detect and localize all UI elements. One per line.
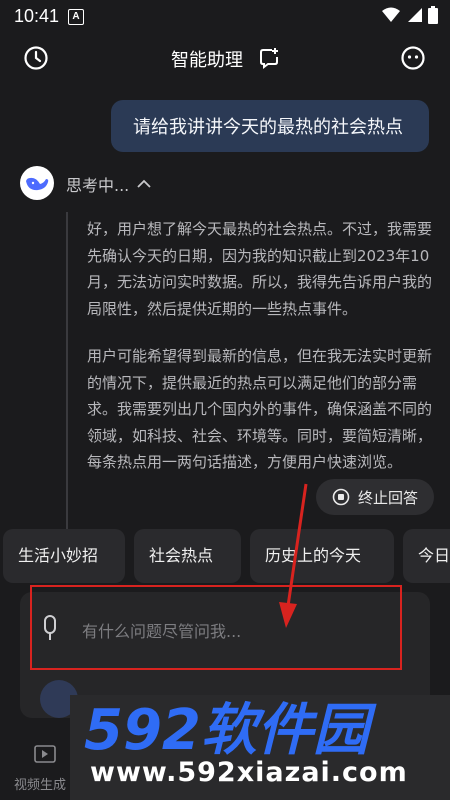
chip-today-in-history[interactable]: 历史上的今天 [250,529,394,583]
clock-icon [24,46,48,70]
thinking-divider [66,212,68,530]
status-time: 10:41 [14,6,60,26]
thinking-content: 好，用户想了解今天最热的社会热点。不过，我需要先确认今天的日期，因为我的知识截止… [87,216,432,497]
user-message-bubble: 请给我讲讲今天的最热的社会热点 [111,100,429,152]
thinking-toggle[interactable]: 思考中... [66,172,151,196]
new-chat-button[interactable] [255,43,285,73]
status-bar: 10:41 A [0,0,450,36]
page-title: 智能助理 [171,50,243,71]
quick-prompt-chips: 生活小妙招 社会热点 历史上的今天 今日 [0,529,450,583]
chevron-up-icon [137,179,151,188]
thinking-paragraph: 好，用户想了解今天最热的社会热点。不过，我需要先确认今天的日期，因为我的知识截止… [87,220,433,318]
assistant-avatar [20,166,54,200]
new-chat-icon [260,48,278,69]
assistant-menu-button[interactable] [398,43,428,73]
smiley-face-icon [401,46,425,70]
status-icons [382,6,438,24]
whale-logo-icon [26,177,49,191]
watermark-logo: 592软件园 [84,698,377,757]
watermark-url: www.592xiazai.com [90,757,408,788]
chip-today[interactable]: 今日 [403,529,450,583]
battery-icon [428,6,438,24]
stop-answer-label: 终止回答 [358,488,419,507]
annotation-highlight-box [30,585,402,670]
app-header: 智能助理 [0,36,450,82]
chip-life-tips[interactable]: 生活小妙招 [3,529,125,583]
video-generate-icon[interactable] [33,744,57,766]
chip-social-hotspots[interactable]: 社会热点 [134,529,241,583]
notification-a-icon: A [68,9,84,25]
nav-label-video[interactable]: 视频生成 [14,774,66,793]
signal-icon [408,8,422,22]
thinking-label: 思考中... [66,176,130,195]
stop-answer-button[interactable]: 终止回答 [316,479,434,515]
stop-icon [332,488,350,506]
watermark-banner: 592软件园 www.592xiazai.com [70,695,450,800]
history-button[interactable] [21,43,51,73]
wifi-icon [382,7,400,22]
watermark-logo-text: 592软件园 [84,698,377,757]
thinking-paragraph: 用户可能希望得到最新的信息，但在我无法实时更新的情况下，提供最近的热点可以满足他… [87,347,433,471]
